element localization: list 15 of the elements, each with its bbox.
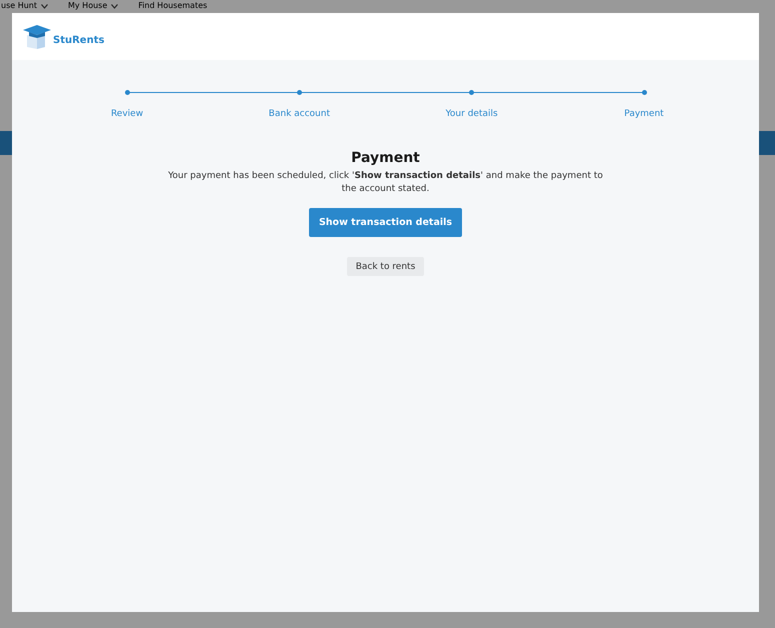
nav-link[interactable]: Find Housemates bbox=[138, 1, 208, 11]
caret-icon bbox=[41, 4, 48, 8]
caret-icon bbox=[111, 4, 118, 8]
step-label: Payment bbox=[624, 109, 664, 119]
page-heading: Payment bbox=[351, 150, 420, 166]
message-text: Your payment has been scheduled, click 'Show transaction details' and make the payment to the account stated. bbox=[167, 170, 604, 196]
back-button[interactable]: Back to rents bbox=[346, 257, 424, 276]
logo-text: StuRents bbox=[53, 34, 104, 48]
step-label: Review bbox=[110, 109, 144, 119]
nav-link[interactable]: use Hunt bbox=[1, 1, 48, 11]
house-cap-icon bbox=[23, 24, 51, 48]
show-details-button[interactable]: Show transaction details bbox=[308, 208, 462, 237]
step-label: Bank account bbox=[268, 109, 330, 119]
nav-link[interactable]: My House bbox=[68, 1, 118, 11]
step-label: Your details bbox=[446, 109, 498, 119]
